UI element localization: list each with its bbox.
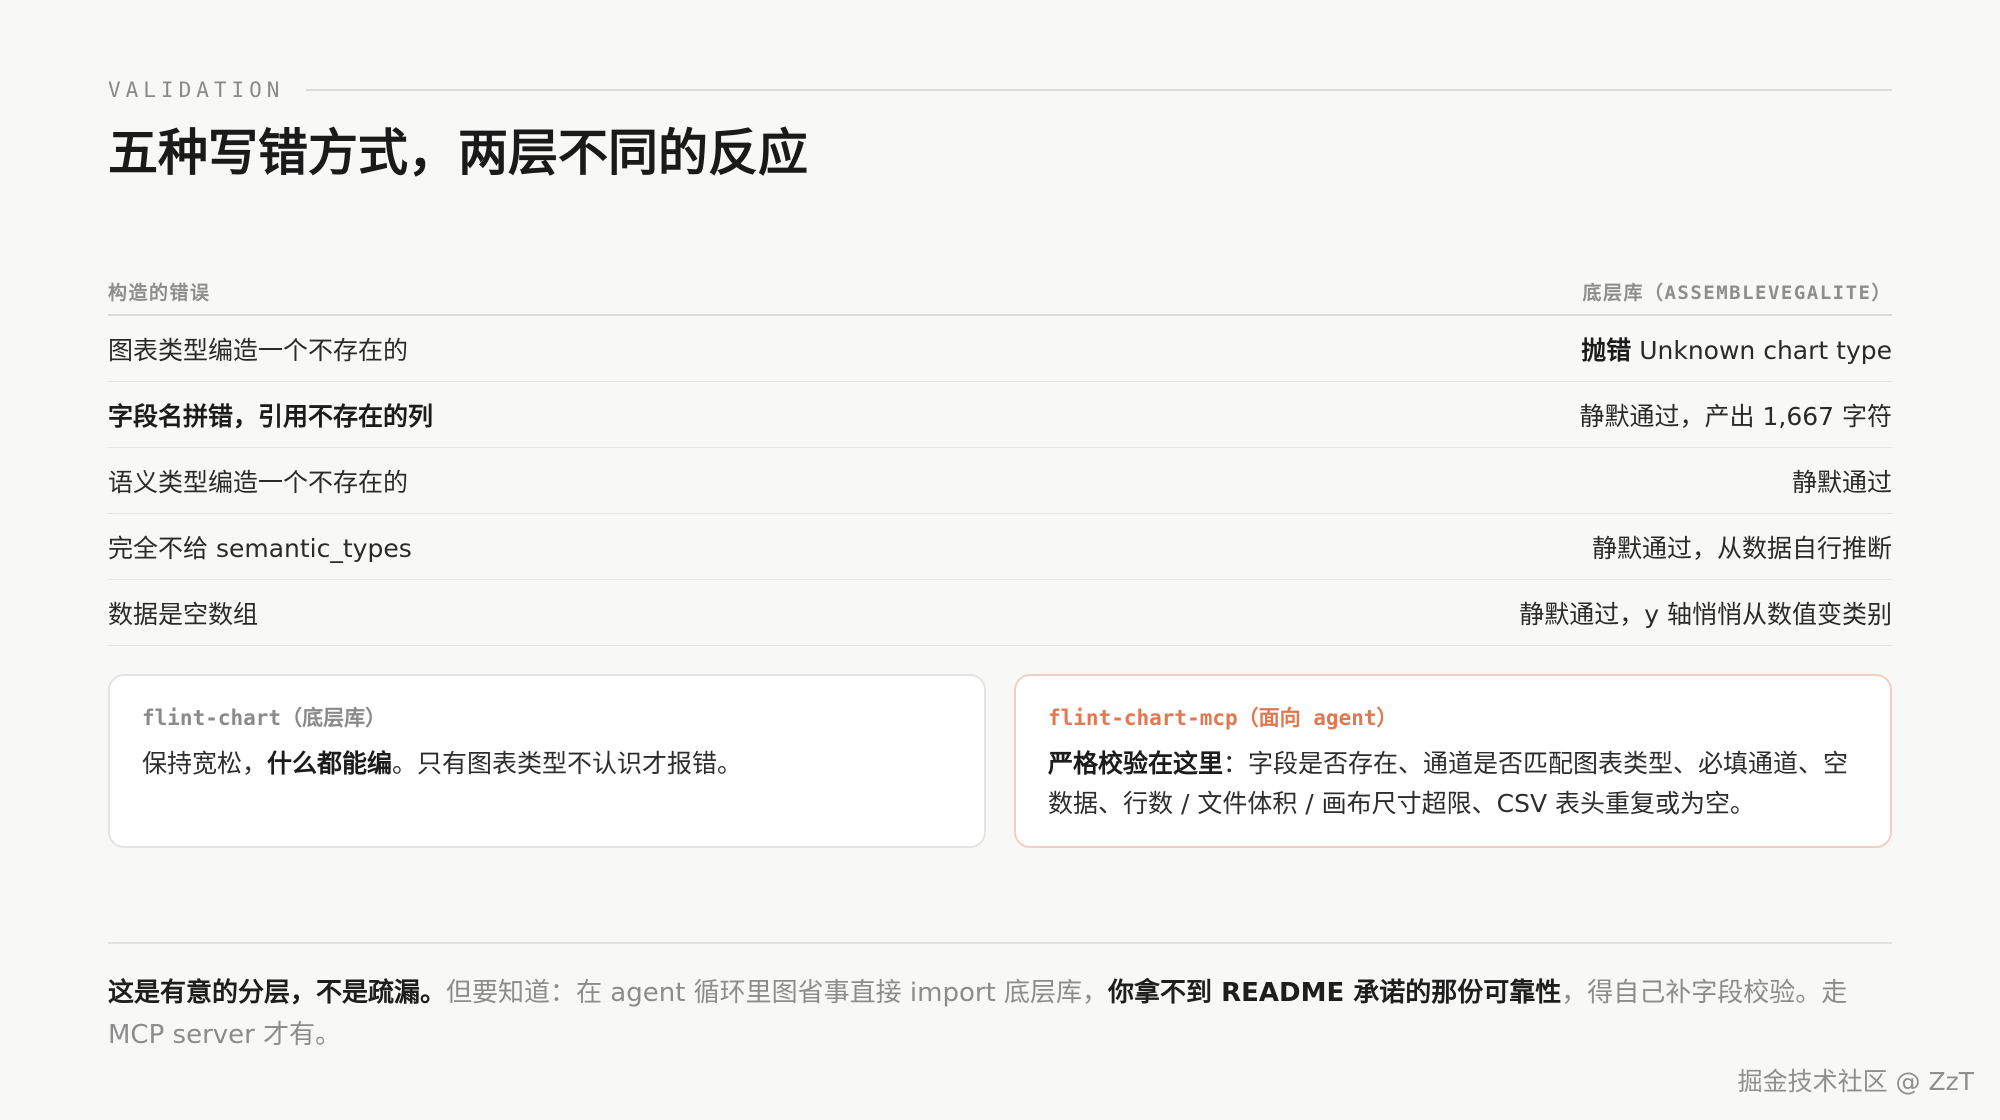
row-error: 完全不给 semantic_types [108,533,412,563]
row-result: 抛错 Unknown chart type [1581,331,1892,367]
row-error: 图表类型编造一个不存在的 [108,335,409,365]
column-header-error: 构造的错误 [108,281,211,304]
row-result: 静默通过，产出 1,667 字符 [1580,397,1892,433]
row-error: 数据是空数组 [108,599,259,629]
row-result: 静默通过 [1792,463,1892,499]
footnote: 这是有意的分层，不是疏漏。但要知道：在 agent 循环里图省事直接 impor… [108,972,1892,1056]
table-row: 字段名拼错，引用不存在的列 静默通过，产出 1,667 字符 [108,382,1892,448]
table-row: 数据是空数组 静默通过，y 轴悄悄从数值变类别 [108,580,1892,646]
row-result: 静默通过，y 轴悄悄从数值变类别 [1519,595,1892,631]
footnote-emphasis: 这是有意的分层，不是疏漏。 [108,978,447,1008]
footnote-emphasis: 你拿不到 README 承诺的那份可靠性 [1108,978,1562,1008]
card-text-part: 保持宽松， [142,749,268,778]
slide: VALIDATION 五种写错方式，两层不同的反应 构造的错误 底层库（ASSE… [0,0,2000,1120]
card-text: 保持宽松，什么都能编。只有图表类型不认识才报错。 [142,744,952,784]
row-result-text: 静默通过，y 轴悄悄从数值变类别 [1519,599,1892,629]
eyebrow-row: VALIDATION [108,78,1892,102]
row-result-text: 静默通过，从数据自行推断 [1591,533,1892,563]
card-text-emphasis: 严格校验在这里 [1048,749,1224,778]
table-row: 图表类型编造一个不存在的 抛错 Unknown chart type [108,316,1892,382]
table-header: 构造的错误 底层库（ASSEMBLEVEGALITE） [108,268,1892,316]
card-label: flint-chart（底层库） [142,706,387,730]
eyebrow-label: VALIDATION [108,78,285,102]
row-result-text: 静默通过，产出 1,667 字符 [1579,401,1892,431]
page-title: 五种写错方式，两层不同的反应 [108,124,808,182]
row-result-emphasis: 抛错 [1581,335,1632,365]
row-result-text: 静默通过 [1791,467,1892,497]
card-text-emphasis: 什么都能编 [267,749,393,778]
card-base-library: flint-chart（底层库） 保持宽松，什么都能编。只有图表类型不认识才报错… [108,674,986,848]
card-text: 严格校验在这里：字段是否存在、通道是否匹配图表类型、必填通道、空数据、行数 / … [1048,744,1858,824]
table-row: 语义类型编造一个不存在的 静默通过 [108,448,1892,514]
row-result: 静默通过，从数据自行推断 [1592,529,1892,565]
comparison-table: 构造的错误 底层库（ASSEMBLEVEGALITE） 图表类型编造一个不存在的… [108,268,1892,646]
table-row: 完全不给 semantic_types 静默通过，从数据自行推断 [108,514,1892,580]
card-text-part: 。只有图表类型不认识才报错。 [392,749,743,778]
eyebrow-divider [306,89,1892,91]
card-mcp-server: flint-chart-mcp（面向 agent） 严格校验在这里：字段是否存在… [1014,674,1892,848]
card-label: flint-chart-mcp（面向 agent） [1048,706,1398,730]
section-divider [108,942,1892,944]
row-error: 语义类型编造一个不存在的 [108,467,409,497]
column-header-library: 底层库（ASSEMBLEVEGALITE） [1582,281,1892,304]
watermark: 掘金技术社区 @ ZzT [1737,1067,1974,1096]
footnote-text: 但要知道：在 agent 循环里图省事直接 import 底层库， [446,978,1109,1008]
row-result-text: Unknown chart type [1631,335,1892,365]
row-error: 字段名拼错，引用不存在的列 [108,401,434,431]
